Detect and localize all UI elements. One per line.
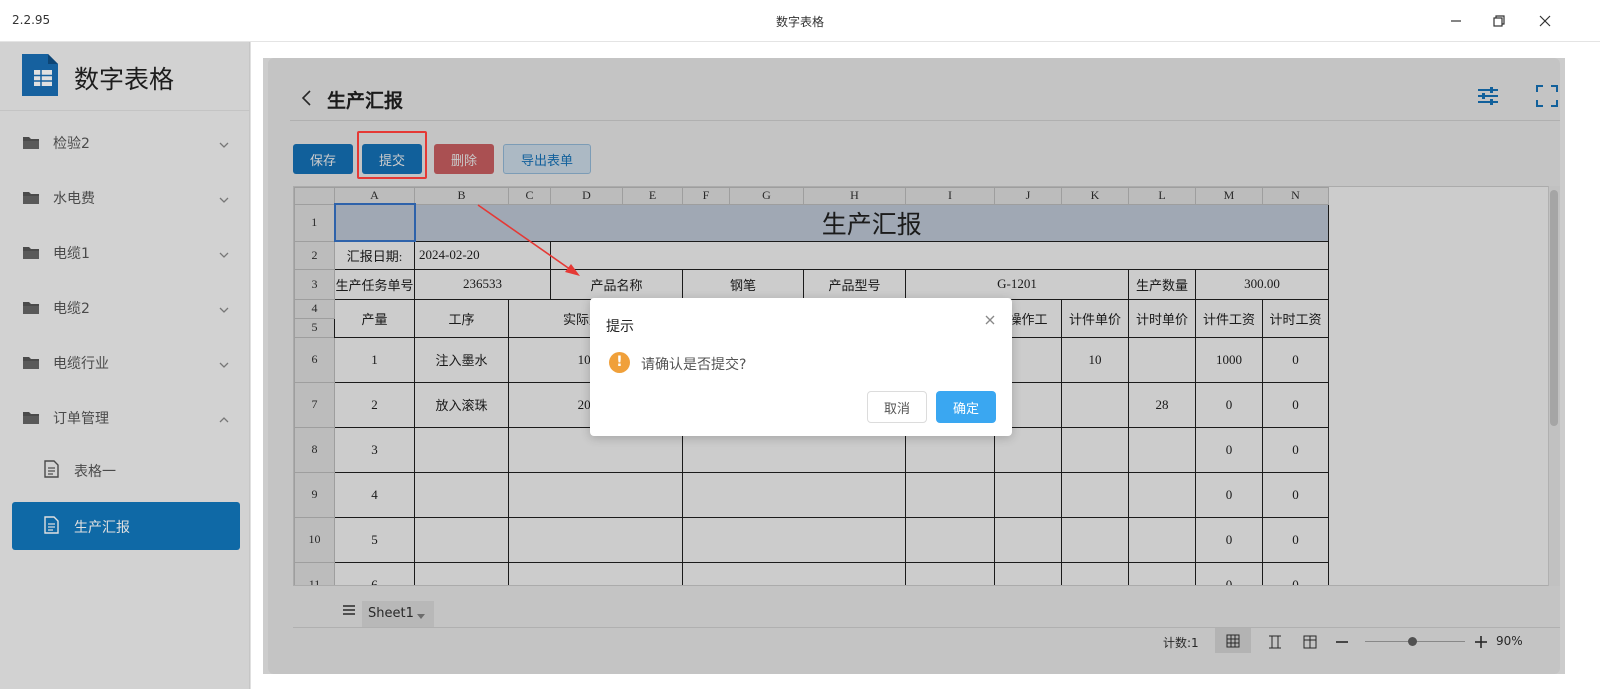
window-title: 数字表格 — [775, 15, 824, 29]
cancel-button[interactable]: 取消 — [867, 391, 927, 423]
annotation-highlight-box — [357, 131, 427, 179]
close-icon[interactable] — [982, 312, 998, 328]
minimize-icon[interactable] — [1443, 8, 1469, 34]
confirm-button[interactable]: 确定 — [936, 391, 996, 423]
restore-icon[interactable] — [1486, 8, 1512, 34]
dialog-title: 提示 — [606, 319, 634, 335]
dialog-message: 请确认是否提交? — [641, 357, 747, 373]
warning-icon: ! — [609, 352, 630, 373]
modal-backdrop-sidebar — [0, 42, 251, 689]
close-icon[interactable] — [1532, 8, 1558, 34]
confirm-dialog: 提示 ! 请确认是否提交? 取消 确定 — [590, 298, 1012, 436]
window-titlebar: 2.2.95 数字表格 — [0, 0, 1600, 42]
